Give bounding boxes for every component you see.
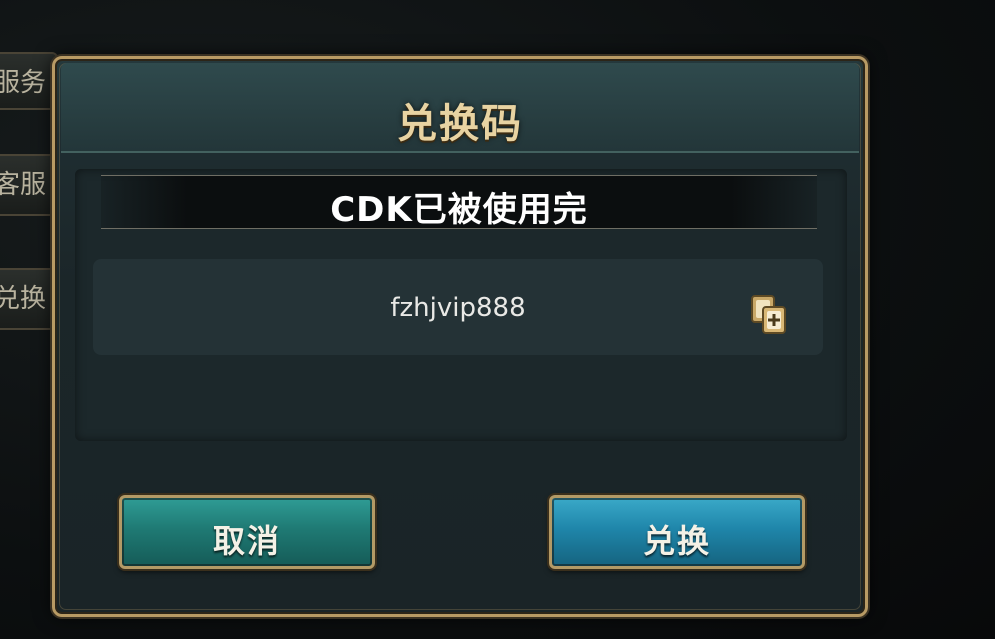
side-tab-support[interactable]: 客服: [0, 154, 58, 216]
side-tab-label: 兑换: [0, 284, 47, 314]
content-panel: CDK已被使用完 fzhjvip888: [75, 169, 847, 441]
paste-icon[interactable]: [751, 295, 787, 335]
status-message: CDK已被使用完: [330, 190, 588, 230]
code-input-field[interactable]: fzhjvip888: [93, 259, 823, 355]
side-tab-service[interactable]: 服务: [0, 52, 58, 110]
status-banner: CDK已被使用完: [101, 175, 817, 230]
cancel-button[interactable]: 取消: [119, 495, 375, 569]
code-input-value[interactable]: fzhjvip888: [93, 293, 823, 323]
redeem-button[interactable]: 兑换: [549, 495, 805, 569]
game-screen: 服务 客服 兑换 兑换码 CDK已被使用完 fzhjvip888: [0, 0, 995, 639]
side-tab-redeem[interactable]: 兑换: [0, 268, 58, 330]
redeem-code-dialog: 兑换码 CDK已被使用完 fzhjvip888 取消 兑换: [52, 56, 868, 617]
dialog-title: 兑换码: [397, 100, 523, 147]
dialog-title-bar: 兑换码: [61, 63, 859, 153]
side-tab-label: 服务: [0, 68, 47, 98]
redeem-button-label: 兑换: [642, 522, 711, 560]
cancel-button-label: 取消: [212, 522, 281, 560]
side-tab-label: 客服: [0, 170, 47, 200]
